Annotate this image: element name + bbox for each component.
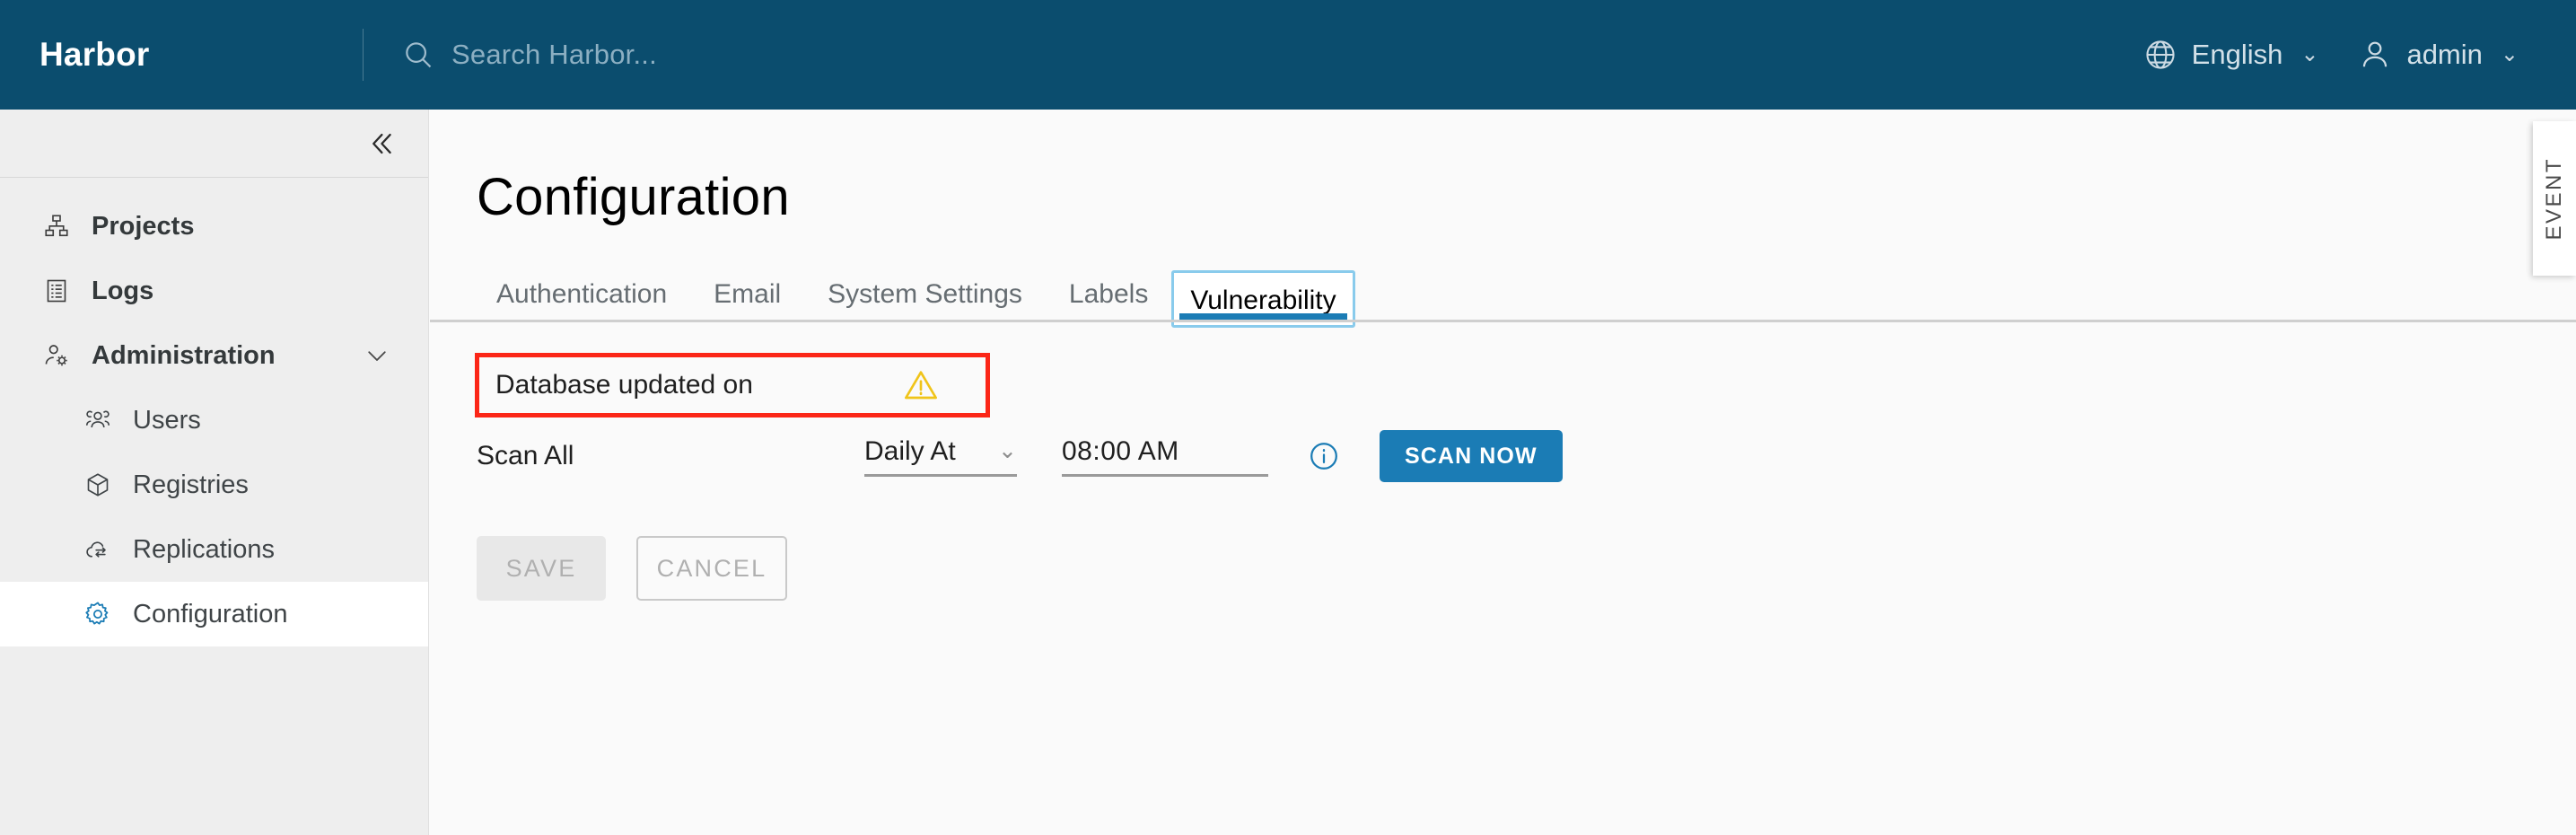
sidebar-item-label: Registries: [133, 470, 249, 499]
chevron-down-icon: ⌄: [2500, 42, 2519, 66]
tabs-underline: [430, 320, 2576, 322]
database-updated-row: Database updated on: [475, 353, 990, 418]
sidebar-item-label: Replications: [133, 534, 275, 564]
sidebar-item-label: Administration: [92, 340, 276, 370]
event-panel-label: EVENT: [2542, 156, 2566, 241]
sidebar-item-registries[interactable]: Registries: [0, 453, 428, 517]
save-button[interactable]: SAVE: [477, 536, 606, 601]
sidebar-item-label: Projects: [92, 211, 195, 241]
page-title: Configuration: [477, 168, 790, 226]
form-actions: SAVE CANCEL: [477, 536, 2576, 601]
sidebar-item-label: Users: [133, 405, 201, 435]
scan-time-input[interactable]: 08:00 AM: [1062, 436, 1268, 477]
search-icon: [401, 38, 435, 72]
sidebar-item-administration[interactable]: Administration: [0, 323, 428, 388]
sidebar-collapse-button[interactable]: [0, 110, 428, 178]
top-header: Harbor Search Harbor... English ⌄ admin …: [0, 0, 2576, 110]
chevron-down-icon: ⌄: [998, 438, 1017, 463]
chevron-down-icon: ⌄: [2300, 42, 2319, 66]
sidebar-item-replications[interactable]: Replications: [0, 517, 428, 582]
database-updated-label: Database updated on: [495, 370, 753, 400]
configuration-tabs: Authentication Email System Settings Lab…: [430, 258, 2576, 328]
info-circle-icon[interactable]: [1308, 440, 1340, 472]
double-chevron-left-icon: [365, 128, 396, 159]
header-divider: [363, 29, 364, 81]
tab-email[interactable]: Email: [690, 281, 804, 322]
scan-all-row: Scan All Daily At ⌄ 08:00 AM SCAN NOW: [477, 423, 2576, 489]
users-icon: [83, 407, 113, 434]
schedule-select[interactable]: Daily At ⌄: [864, 436, 1017, 477]
main-content: Configuration Authentication Email Syste…: [430, 110, 2576, 835]
administration-icon: [41, 342, 72, 369]
header-right-actions: English ⌄ admin ⌄: [2124, 0, 2576, 110]
user-icon: [2358, 38, 2392, 72]
sidebar-item-users[interactable]: Users: [0, 388, 428, 453]
user-menu[interactable]: admin ⌄: [2338, 0, 2538, 110]
sidebar-item-configuration[interactable]: Configuration: [0, 582, 428, 646]
event-panel-tab[interactable]: EVENT: [2533, 121, 2576, 276]
search-input[interactable]: Search Harbor...: [451, 39, 657, 71]
sidebar-item-label: Configuration: [133, 599, 288, 628]
warning-triangle-icon: [903, 367, 939, 403]
language-selector[interactable]: English ⌄: [2124, 0, 2339, 110]
user-label: admin: [2406, 39, 2483, 70]
search-box[interactable]: Search Harbor...: [401, 38, 2124, 72]
sidebar-item-label: Logs: [92, 276, 154, 305]
scan-now-button[interactable]: SCAN NOW: [1380, 430, 1563, 482]
registries-icon: [83, 471, 113, 498]
projects-icon: [41, 213, 72, 240]
gear-icon: [83, 601, 113, 628]
tab-system-settings[interactable]: System Settings: [804, 281, 1046, 322]
globe-icon: [2143, 38, 2177, 72]
scan-all-label: Scan All: [477, 441, 574, 470]
brand-logo[interactable]: Harbor: [0, 0, 363, 110]
sidebar-item-logs[interactable]: Logs: [0, 259, 428, 323]
cancel-button[interactable]: CANCEL: [636, 536, 787, 601]
vulnerability-form: Database updated on Scan All Daily At ⌄ …: [430, 353, 2576, 601]
logs-icon: [41, 277, 72, 304]
replications-icon: [83, 536, 113, 563]
sidebar: Projects Logs Administration Users Regis…: [0, 110, 429, 835]
language-label: English: [2191, 39, 2283, 70]
tab-labels[interactable]: Labels: [1046, 281, 1171, 322]
tab-authentication[interactable]: Authentication: [473, 281, 690, 322]
sidebar-item-projects[interactable]: Projects: [0, 194, 428, 259]
chevron-down-icon[interactable]: [364, 342, 390, 369]
schedule-selected-value: Daily At: [864, 435, 956, 466]
